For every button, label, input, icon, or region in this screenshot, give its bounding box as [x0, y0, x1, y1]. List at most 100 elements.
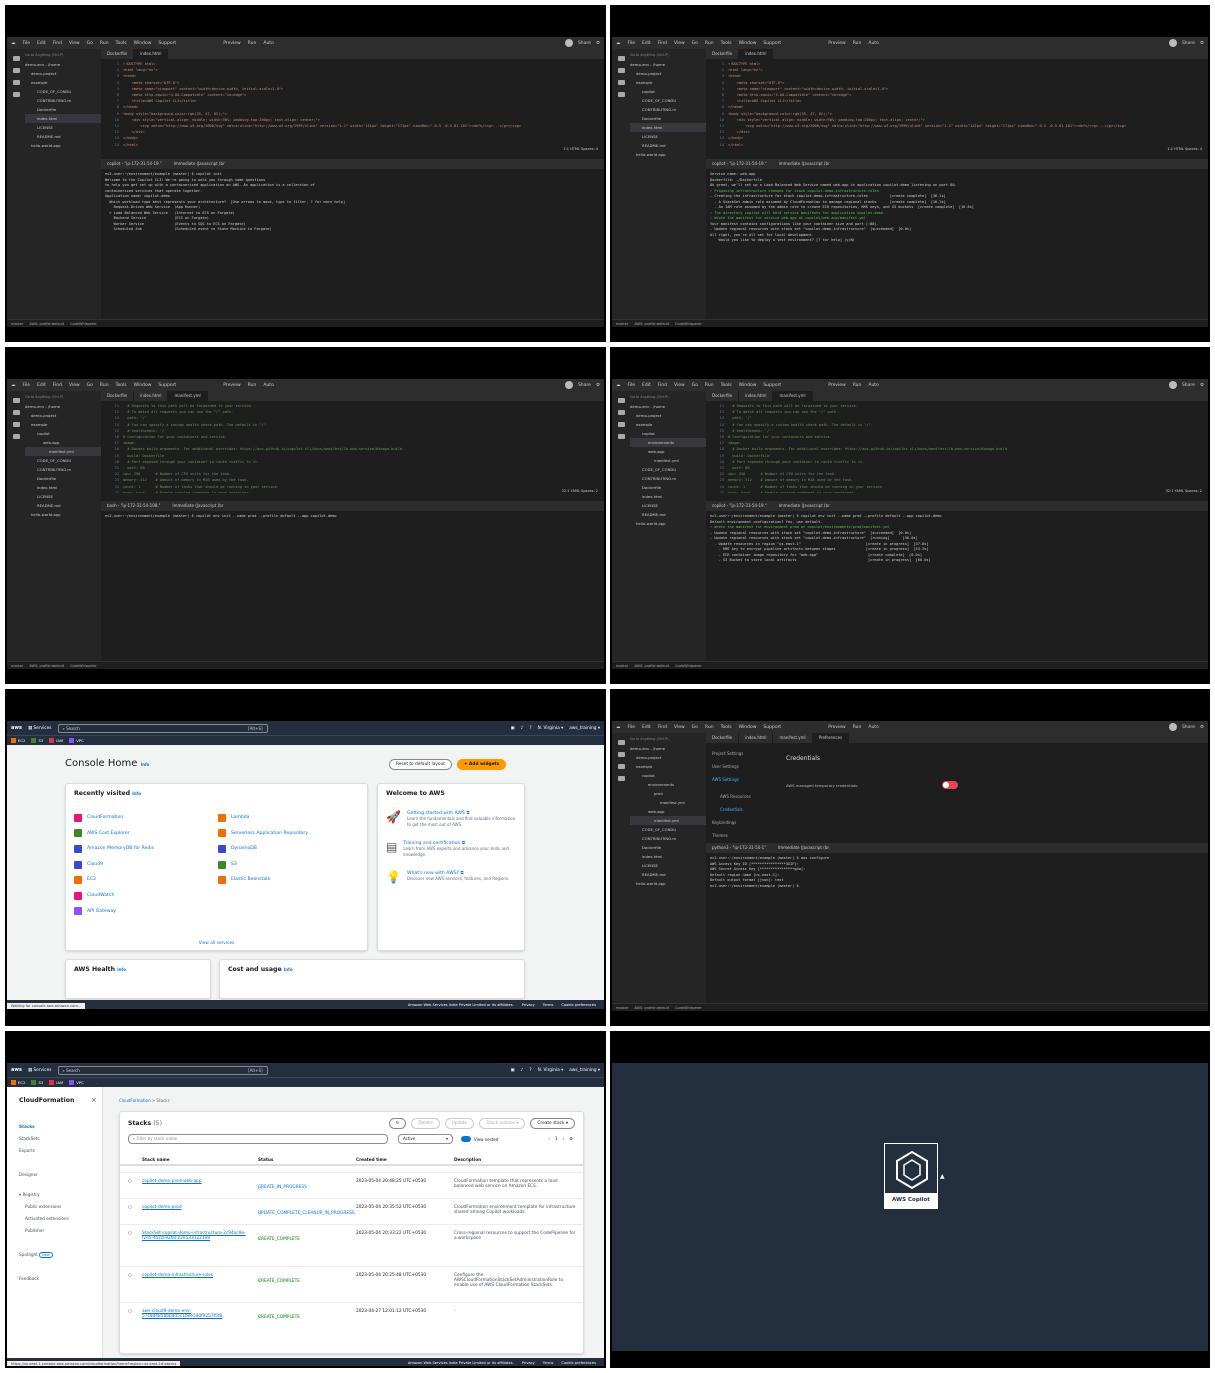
folder-icon[interactable] — [12, 410, 20, 415]
fav-iam[interactable]: IAM — [49, 738, 63, 743]
tab-immediate[interactable]: Immediate (Javascript (br — [773, 159, 836, 169]
pref-nav-project[interactable]: Project Settings — [712, 747, 751, 760]
account-menu[interactable]: aws_training ▾ — [569, 726, 600, 731]
avatar[interactable] — [1168, 39, 1177, 47]
terminal[interactable]: bash - "ip-172-31-54-108." Immediate (Jav… — [101, 501, 604, 661]
recent-service-ec2[interactable]: EC2 — [74, 872, 154, 888]
share-button[interactable]: Share — [578, 383, 591, 388]
tree-example[interactable]: example — [630, 420, 706, 429]
info-link[interactable]: Info — [132, 791, 141, 796]
tree-root[interactable]: demo-env - /home — [25, 60, 101, 69]
git-branch[interactable]: master — [11, 322, 23, 326]
footer-cookies[interactable]: Cookie preferences — [561, 1361, 596, 1365]
nav-spotlight-row[interactable]: Spotlight New — [19, 1249, 69, 1261]
refresh-button[interactable]: ↻ — [388, 1118, 407, 1129]
menu-edit[interactable]: Edit — [642, 725, 651, 730]
menu-support[interactable]: Support — [763, 41, 781, 46]
tree-manifest[interactable]: manifest.yml — [630, 816, 706, 825]
nav-stacks[interactable]: Stacks — [19, 1121, 69, 1133]
tab-dockerfile[interactable]: Dockerfile — [101, 391, 135, 401]
table-row[interactable]: ○ copilot-demo-infrastructure-roles ✓ CREA… — [120, 1266, 583, 1302]
tree-contributing[interactable]: CONTRIBUTING.m — [25, 465, 101, 474]
recent-service-cost-explorer[interactable]: AWS Cost Explorer — [74, 826, 154, 842]
tree-root[interactable]: demo-env - /home — [630, 402, 706, 411]
nav-feedback[interactable]: Feedback — [19, 1273, 69, 1285]
recent-service-lambda[interactable]: Lambda — [218, 810, 308, 826]
tab-terminal-bash[interactable]: bash - "ip-172-31-54-108." — [101, 501, 166, 511]
run-button[interactable]: Run — [248, 383, 257, 388]
terminal[interactable]: python3 - "ip-172-31-54-1" Immediate (Jav… — [706, 843, 1208, 1003]
col-description[interactable]: Description — [454, 1157, 481, 1162]
codewhisperer-status[interactable]: CodeWhisperer — [70, 664, 97, 668]
nav-designer[interactable]: Designer — [19, 1169, 69, 1181]
tree-root[interactable]: demo-env - /home — [630, 60, 706, 69]
avatar[interactable] — [1168, 723, 1177, 731]
tab-index[interactable]: index.html — [134, 49, 169, 59]
tree-manifest[interactable]: manifest.yml — [630, 456, 706, 465]
gear-icon[interactable]: ⚙ — [569, 1136, 573, 1141]
goto-anything[interactable]: Go to Anything (Ctrl-P) — [25, 51, 101, 60]
git-icon[interactable] — [12, 422, 20, 427]
goto-anything[interactable]: Go to Anything (Ctrl-P) — [25, 393, 101, 402]
table-row[interactable]: ○ aws-cloud9-demo-env-57c8d485bbb4d5c1bee… — [120, 1302, 583, 1328]
tree-demo-project[interactable]: demo-project — [25, 69, 101, 78]
menu-run[interactable]: Run — [100, 383, 109, 388]
fav-s3[interactable]: S3 — [31, 738, 43, 743]
codewhisperer-status[interactable]: CodeWhisperer — [675, 322, 702, 326]
tree-index[interactable]: index.html — [25, 114, 101, 123]
codewhisperer-status[interactable]: CodeWhisperer — [675, 664, 702, 668]
help-icon[interactable]: ? — [529, 1068, 531, 1073]
preview-button[interactable]: Preview — [828, 383, 846, 388]
tab-immediate[interactable]: Immediate (Javascript (br — [773, 501, 836, 511]
menu-edit[interactable]: Edit — [642, 41, 651, 46]
recent-service-dynamodb[interactable]: DynamoDB — [218, 841, 308, 857]
aws-logo[interactable]: aws — [11, 1067, 22, 1073]
tree-code-of-conduct[interactable]: CODE_OF_CONDU — [25, 456, 101, 465]
col-created[interactable]: Created time — [356, 1157, 387, 1162]
tree-readme[interactable]: README.md — [630, 510, 706, 519]
tree-web-app[interactable]: web-app — [25, 438, 101, 447]
aws-profile[interactable]: AWS: profile:default — [29, 322, 64, 326]
avatar[interactable] — [1168, 381, 1177, 389]
git-icon[interactable] — [617, 422, 625, 427]
fav-ec2[interactable]: EC2 — [11, 1080, 25, 1085]
menu-support[interactable]: Support — [763, 725, 781, 730]
row-radio[interactable]: ○ — [128, 1273, 132, 1278]
avatar[interactable] — [564, 381, 573, 389]
recent-service-cloudwatch[interactable]: CloudWatch — [74, 888, 154, 904]
tree-license[interactable]: LICENSE — [630, 501, 706, 510]
tree-web-app[interactable]: web-app — [630, 447, 706, 456]
menu-find[interactable]: Find — [658, 725, 667, 730]
menu-window[interactable]: Window — [739, 725, 757, 730]
bell-icon[interactable]: ♪ — [521, 1068, 524, 1073]
menu-view[interactable]: View — [69, 41, 80, 46]
tree-code-of-conduct[interactable]: CODE_OF_CONDU — [630, 465, 706, 474]
delete-button[interactable]: Delete — [411, 1118, 440, 1129]
auto-select[interactable]: Auto — [868, 41, 878, 46]
tab-terminal-copilot[interactable]: copilot - "ip-172-31-54-19." — [706, 159, 773, 169]
code-editor[interactable]: Dockerfile index.html 1 2 3 4 5 6 7 8 9 1… — [101, 49, 604, 157]
tree-copilot[interactable]: copilot — [25, 429, 101, 438]
menu-go[interactable]: Go — [87, 41, 93, 46]
tab-dockerfile[interactable]: Dockerfile — [706, 733, 740, 743]
aws-icon[interactable] — [617, 434, 625, 439]
git-icon[interactable] — [617, 80, 625, 85]
menu-file[interactable]: File — [23, 41, 31, 46]
tree-demo-project[interactable]: demo-project — [630, 69, 706, 78]
tab-terminal-copilot[interactable]: copilot - "ip-172-31-54-19." — [101, 159, 168, 169]
nav-stacksets[interactable]: StackSets — [19, 1133, 69, 1145]
cloud9-icon[interactable]: ☁ — [616, 383, 621, 388]
view-all-services-link[interactable]: View all services — [66, 941, 367, 946]
help-icon[interactable]: ? — [529, 726, 531, 731]
add-widgets-button[interactable]: + Add widgets — [456, 759, 507, 770]
tab-manifest[interactable]: manifest.yml — [168, 391, 208, 401]
menu-window[interactable]: Window — [134, 41, 152, 46]
code-editor[interactable]: Dockerfile index.html manifest.yml 11 12 1… — [706, 391, 1208, 499]
pref-nav-aws-resources[interactable]: AWS Resources — [712, 790, 751, 803]
tab-index[interactable]: index.html — [134, 391, 169, 401]
menu-run[interactable]: Run — [705, 383, 714, 388]
footer-cookies[interactable]: Cookie preferences — [561, 1003, 596, 1007]
tab-dockerfile[interactable]: Dockerfile — [706, 391, 740, 401]
table-row[interactable]: ○ copilot-demo-prod-web-app ⓘ CREATE_IN_PR… — [120, 1172, 583, 1198]
git-branch[interactable]: master — [11, 664, 23, 668]
